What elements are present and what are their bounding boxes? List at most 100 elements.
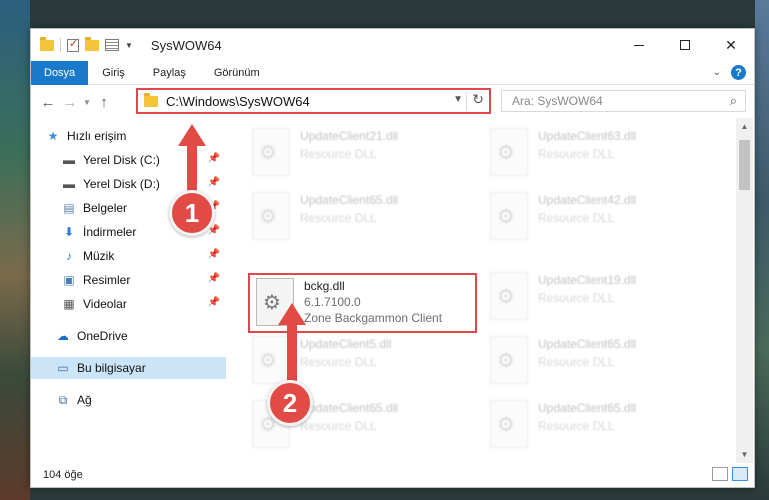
sidebar-item-this-pc[interactable]: ▭ Bu bilgisayar bbox=[31, 357, 226, 379]
annotation-arrowhead-1 bbox=[178, 124, 206, 146]
view-details-icon[interactable] bbox=[105, 39, 119, 51]
file-item[interactable]: ⚙ UpdateClient65.dll Resource DLL bbox=[484, 334, 709, 386]
file-item[interactable]: ⚙ UpdateClient65.dll Resource DLL bbox=[484, 398, 709, 450]
recent-locations-chevron-icon[interactable]: ▼ bbox=[81, 98, 93, 107]
file-item[interactable]: ⚙ UpdateClient5.dll Resource DLL bbox=[246, 334, 471, 386]
toolbar-divider bbox=[60, 38, 61, 52]
forward-arrow-icon[interactable]: → bbox=[59, 94, 81, 111]
ribbon-right-controls: ⌄ ? bbox=[713, 65, 746, 80]
properties-check-icon[interactable] bbox=[67, 37, 79, 52]
sidebar-item-label: Videolar bbox=[83, 297, 127, 311]
pin-icon[interactable]: 📌 bbox=[208, 273, 220, 284]
file-item[interactable]: ⚙ UpdateClient42.dll Resource DLL bbox=[484, 190, 709, 242]
quick-access-toolbar: ▼ bbox=[40, 36, 133, 52]
maximize-icon bbox=[680, 40, 690, 50]
tab-share[interactable]: Paylaş bbox=[139, 61, 200, 85]
tab-file[interactable]: Dosya bbox=[31, 60, 89, 85]
refresh-icon[interactable]: ↻ bbox=[472, 91, 484, 108]
file-description: Resource DLL bbox=[300, 355, 377, 369]
tiles-view-icon[interactable] bbox=[732, 467, 748, 481]
gear-icon: ⚙ bbox=[259, 142, 277, 164]
up-arrow-icon[interactable]: ↑ bbox=[93, 94, 115, 111]
maximize-button[interactable] bbox=[662, 29, 708, 61]
file-description: Resource DLL bbox=[538, 291, 615, 305]
sidebar-item-pictures[interactable]: ▣ Resimler 📌 bbox=[31, 269, 226, 291]
sidebar-item-label: Bu bilgisayar bbox=[77, 361, 146, 375]
sidebar-item-label: Müzik bbox=[83, 249, 115, 263]
close-button[interactable]: ✕ bbox=[708, 29, 754, 61]
search-icon[interactable]: ⌕ bbox=[730, 93, 737, 109]
step-badge-1: 1 bbox=[169, 190, 215, 236]
dll-file-icon: ⚙ bbox=[490, 272, 528, 320]
file-description: Resource DLL bbox=[538, 355, 615, 369]
file-item[interactable]: ⚙ UpdateClient19.dll Resource DLL bbox=[484, 270, 709, 322]
pin-icon[interactable]: 📌 bbox=[208, 153, 220, 164]
sidebar-item-music[interactable]: ♪ Müzik 📌 bbox=[31, 245, 226, 267]
folder-icon[interactable] bbox=[40, 36, 54, 51]
tab-view[interactable]: Görünüm bbox=[200, 61, 274, 85]
file-name: UpdateClient65.dll bbox=[300, 401, 399, 415]
window-controls: ✕ bbox=[616, 29, 754, 61]
scroll-thumb[interactable] bbox=[739, 140, 750, 190]
minimize-button[interactable] bbox=[616, 29, 662, 61]
annotation-arrow-2 bbox=[287, 323, 297, 383]
sidebar-item-label: Hızlı erişim bbox=[67, 129, 127, 143]
back-arrow-icon[interactable]: ← bbox=[37, 94, 59, 111]
close-icon: ✕ bbox=[725, 36, 737, 53]
vertical-scrollbar[interactable]: ▲ ▼ bbox=[736, 118, 753, 463]
computer-icon: ▭ bbox=[57, 361, 69, 375]
desktop-background-right bbox=[755, 0, 769, 500]
drive-icon: ▬ bbox=[63, 177, 75, 191]
sidebar-item-label: İndirmeler bbox=[83, 225, 137, 239]
sidebar-item-label: Yerel Disk (C:) bbox=[83, 153, 160, 167]
pin-icon[interactable]: 📌 bbox=[208, 249, 220, 260]
window-title: SysWOW64 bbox=[150, 37, 222, 53]
sidebar-item-onedrive[interactable]: ☁ OneDrive bbox=[31, 325, 226, 347]
item-count: 104 öğe bbox=[43, 469, 83, 481]
download-icon: ⬇ bbox=[63, 225, 75, 239]
gear-icon: ⚙ bbox=[497, 350, 515, 372]
tab-home[interactable]: Giriş bbox=[88, 61, 139, 85]
file-name: UpdateClient42.dll bbox=[538, 193, 637, 207]
pin-icon[interactable]: 📌 bbox=[208, 177, 220, 188]
file-name: UpdateClient63.dll bbox=[538, 129, 637, 143]
file-item[interactable]: ⚙ UpdateClient65.dll Resource DLL bbox=[246, 190, 471, 242]
search-input[interactable]: Ara: SysWOW64 bbox=[512, 94, 603, 108]
document-icon: ▤ bbox=[63, 201, 75, 215]
star-icon: ★ bbox=[47, 129, 59, 143]
address-bar[interactable]: C:\Windows\SysWOW64 ▼ ↻ bbox=[136, 88, 491, 114]
expand-ribbon-chevron-icon[interactable]: ⌄ bbox=[713, 67, 721, 78]
address-history-chevron-icon[interactable]: ▼ bbox=[453, 94, 463, 105]
file-name: UpdateClient65.dll bbox=[538, 401, 637, 415]
explorer-window: ▼ SysWOW64 ✕ Dosya Giriş Paylaş Görünüm … bbox=[30, 28, 755, 488]
file-name: UpdateClient21.dll bbox=[300, 129, 399, 143]
customize-toolbar-dropdown-icon[interactable]: ▼ bbox=[125, 41, 133, 50]
dll-file-icon: ⚙ bbox=[490, 128, 528, 176]
sidebar-item-network[interactable]: ⧉ Ağ bbox=[31, 389, 226, 411]
music-icon: ♪ bbox=[66, 249, 72, 263]
new-folder-icon[interactable] bbox=[85, 36, 99, 51]
gear-icon: ⚙ bbox=[497, 206, 515, 228]
scroll-down-arrow-icon[interactable]: ▼ bbox=[736, 446, 753, 463]
file-name: UpdateClient19.dll bbox=[538, 273, 637, 287]
sidebar-item-videos[interactable]: ▦ Videolar 📌 bbox=[31, 293, 226, 315]
address-divider bbox=[466, 92, 467, 110]
dll-file-icon: ⚙ bbox=[252, 192, 290, 240]
dll-file-icon: ⚙ bbox=[490, 192, 528, 240]
details-view-icon[interactable] bbox=[712, 467, 728, 481]
file-name: UpdateClient65.dll bbox=[300, 193, 399, 207]
sidebar-item-label: Resimler bbox=[83, 273, 131, 287]
scroll-up-arrow-icon[interactable]: ▲ bbox=[736, 118, 753, 135]
file-item[interactable]: ⚙ UpdateClient63.dll Resource DLL bbox=[484, 126, 709, 178]
video-icon: ▦ bbox=[63, 297, 75, 311]
help-icon[interactable]: ? bbox=[731, 65, 746, 80]
pin-icon[interactable]: 📌 bbox=[208, 297, 220, 308]
search-box[interactable]: Ara: SysWOW64 ⌕ bbox=[501, 90, 746, 112]
gear-icon: ⚙ bbox=[497, 142, 515, 164]
navigation-bar: ← → ▼ ↑ C:\Windows\SysWOW64 ▼ ↻ Ara: Sys… bbox=[31, 86, 754, 118]
address-path[interactable]: C:\Windows\SysWOW64 bbox=[166, 94, 310, 109]
file-item[interactable]: ⚙ UpdateClient21.dll Resource DLL bbox=[246, 126, 471, 178]
sidebar-item-label: Yerel Disk (D:) bbox=[83, 177, 160, 191]
network-icon: ⧉ bbox=[58, 392, 68, 407]
step-badge-2: 2 bbox=[267, 380, 313, 426]
